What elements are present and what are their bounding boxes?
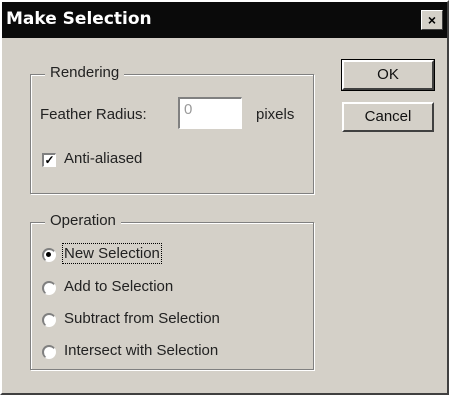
- make-selection-dialog: Make Selection × Rendering Feather Radiu…: [0, 0, 449, 395]
- close-icon: ×: [427, 12, 437, 28]
- title-bar[interactable]: Make Selection ×: [2, 2, 447, 38]
- close-button[interactable]: ×: [421, 10, 443, 30]
- antialiased-label[interactable]: Anti-aliased: [64, 150, 142, 167]
- intersect-with-selection-radio[interactable]: [42, 345, 56, 359]
- subtract-from-selection-label[interactable]: Subtract from Selection: [64, 310, 220, 327]
- antialiased-checkbox[interactable]: ✓: [42, 153, 56, 167]
- operation-legend: Operation: [45, 212, 121, 229]
- new-selection-radio[interactable]: [42, 248, 56, 262]
- cancel-button-label: Cancel: [364, 108, 412, 125]
- dialog-title: Make Selection: [6, 9, 152, 29]
- ok-button-label: OK: [377, 66, 399, 83]
- ok-button[interactable]: OK: [341, 59, 435, 91]
- new-selection-label[interactable]: New Selection: [62, 243, 162, 264]
- add-to-selection-label[interactable]: Add to Selection: [64, 278, 173, 295]
- feather-radius-input[interactable]: 0: [178, 97, 242, 129]
- checkmark-icon: ✓: [44, 153, 55, 167]
- subtract-from-selection-radio[interactable]: [42, 313, 56, 327]
- cancel-button[interactable]: Cancel: [342, 102, 434, 132]
- add-to-selection-radio[interactable]: [42, 281, 56, 295]
- rendering-group: Rendering: [30, 64, 314, 194]
- feather-radius-value: 0: [184, 101, 193, 118]
- feather-radius-label: Feather Radius:: [40, 106, 147, 123]
- intersect-with-selection-label[interactable]: Intersect with Selection: [64, 342, 218, 359]
- feather-unit-label: pixels: [256, 106, 295, 123]
- rendering-legend: Rendering: [45, 64, 125, 81]
